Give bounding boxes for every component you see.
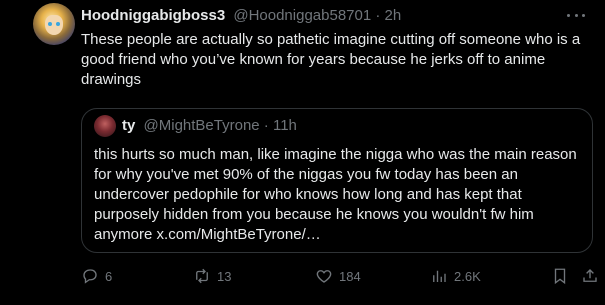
share-button[interactable]: [581, 265, 599, 287]
quoted-timestamp: 11h: [272, 117, 297, 134]
like-count: 184: [339, 268, 361, 284]
bookmark-icon: [554, 268, 566, 285]
views-icon: [433, 270, 446, 282]
reply-icon: [83, 269, 97, 284]
bookmark-button[interactable]: [551, 265, 569, 287]
quoted-avatar: [94, 115, 116, 137]
quoted-post[interactable]: ty @MightBeTyrone · 11h this hurts so mu…: [81, 108, 593, 253]
action-bar: 6 13 184 2.6K: [81, 265, 597, 287]
views-count: 2.6K: [454, 268, 481, 284]
views-button[interactable]: 2.6K: [430, 265, 481, 287]
separator: ·: [371, 7, 385, 24]
post-header: Hoodniggabigboss3 @Hoodniggab58701 · 2h: [81, 6, 565, 26]
reply-count: 6: [105, 268, 113, 284]
quoted-handle: @MightBeTyrone: [143, 117, 260, 134]
quoted-text: this hurts so much man, like imagine the…: [94, 146, 577, 243]
repost-button[interactable]: 13: [193, 265, 231, 287]
handle[interactable]: @Hoodniggab58701: [233, 7, 371, 24]
reply-button[interactable]: 6: [81, 265, 112, 287]
post-avatar[interactable]: [33, 3, 75, 45]
timestamp[interactable]: 2h: [385, 7, 402, 24]
like-button[interactable]: 184: [315, 265, 361, 287]
quoted-display-name: ty: [122, 117, 136, 134]
share-icon: [583, 269, 597, 282]
quoted-separator: ·: [259, 117, 273, 134]
like-icon: [316, 270, 332, 283]
more-icon[interactable]: [567, 7, 585, 23]
repost-count: 13: [217, 268, 232, 284]
post-text: These people are actually so pathetic im…: [81, 31, 581, 88]
display-name[interactable]: Hoodniggabigboss3: [81, 7, 225, 24]
repost-icon: [196, 268, 208, 284]
quoted-header: ty @MightBeTyrone · 11h: [122, 116, 297, 136]
